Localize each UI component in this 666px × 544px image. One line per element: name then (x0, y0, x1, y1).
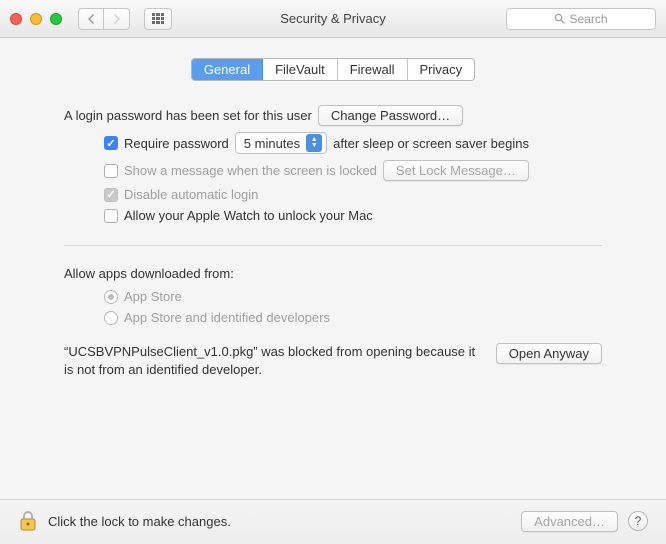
radio-identified (104, 311, 118, 325)
after-sleep-label: after sleep or screen saver begins (333, 136, 529, 151)
nav-back-forward (78, 8, 130, 30)
blocked-app-row: “UCSBVPNPulseClient_v1.0.pkg” was blocke… (64, 343, 602, 378)
show-all-button[interactable] (144, 8, 172, 30)
chevron-updown-icon: ▲▼ (306, 134, 322, 152)
delay-selected-value: 5 minutes (244, 136, 300, 151)
search-input[interactable]: Search (506, 8, 656, 30)
radio-appstore (104, 290, 118, 304)
show-message-row: Show a message when the screen is locked… (104, 160, 602, 181)
login-password-row: A login password has been set for this u… (64, 105, 602, 126)
change-password-button[interactable]: Change Password… (318, 105, 463, 126)
lock-text: Click the lock to make changes. (48, 514, 231, 529)
zoom-icon[interactable] (50, 13, 62, 25)
divider (64, 245, 602, 246)
set-lock-message-button: Set Lock Message… (383, 160, 529, 181)
search-placeholder: Search (569, 12, 607, 26)
show-message-checkbox[interactable] (104, 164, 118, 178)
tab-filevault[interactable]: FileVault (263, 59, 338, 80)
radio-appstore-label: App Store (124, 289, 182, 304)
disable-auto-login-label: Disable automatic login (124, 187, 258, 202)
forward-button[interactable] (104, 8, 130, 30)
gatekeeper-appstore-row: App Store (104, 289, 602, 304)
search-icon (554, 13, 565, 24)
tab-firewall[interactable]: Firewall (338, 59, 408, 80)
content-area: General FileVault Firewall Privacy A log… (0, 38, 666, 499)
radio-identified-label: App Store and identified developers (124, 310, 330, 325)
gatekeeper-identified-row: App Store and identified developers (104, 310, 602, 325)
tab-general[interactable]: General (192, 59, 263, 80)
tabs-row: General FileVault Firewall Privacy (24, 58, 642, 81)
require-password-delay-select[interactable]: 5 minutes ▲▼ (235, 132, 327, 154)
flex-spacer (24, 378, 642, 487)
require-password-label: Require password (124, 136, 229, 151)
general-panel: A login password has been set for this u… (24, 105, 642, 378)
tab-privacy[interactable]: Privacy (408, 59, 475, 80)
show-message-label: Show a message when the screen is locked (124, 163, 377, 178)
grid-icon (152, 13, 164, 25)
minimize-icon[interactable] (30, 13, 42, 25)
close-icon[interactable] (10, 13, 22, 25)
disable-auto-login-row: Disable automatic login (104, 187, 602, 202)
open-anyway-button[interactable]: Open Anyway (496, 343, 602, 364)
login-password-text: A login password has been set for this u… (64, 108, 312, 123)
apple-watch-label: Allow your Apple Watch to unlock your Ma… (124, 208, 373, 223)
preferences-window: Security & Privacy Search General FileVa… (0, 0, 666, 544)
require-password-checkbox[interactable] (104, 136, 118, 150)
footer: Click the lock to make changes. Advanced… (0, 499, 666, 544)
lock-button[interactable] (18, 510, 38, 532)
apple-watch-row: Allow your Apple Watch to unlock your Ma… (104, 208, 602, 223)
require-password-row: Require password 5 minutes ▲▼ after slee… (104, 132, 602, 154)
lock-icon (18, 510, 38, 532)
gatekeeper-heading: Allow apps downloaded from: (64, 266, 602, 281)
tab-segmented-control: General FileVault Firewall Privacy (191, 58, 475, 81)
titlebar: Security & Privacy Search (0, 0, 666, 38)
window-controls (10, 13, 62, 25)
help-button[interactable]: ? (628, 511, 648, 531)
blocked-app-message: “UCSBVPNPulseClient_v1.0.pkg” was blocke… (64, 343, 482, 378)
disable-auto-login-checkbox[interactable] (104, 188, 118, 202)
back-button[interactable] (78, 8, 104, 30)
advanced-button: Advanced… (521, 511, 618, 532)
apple-watch-checkbox[interactable] (104, 209, 118, 223)
